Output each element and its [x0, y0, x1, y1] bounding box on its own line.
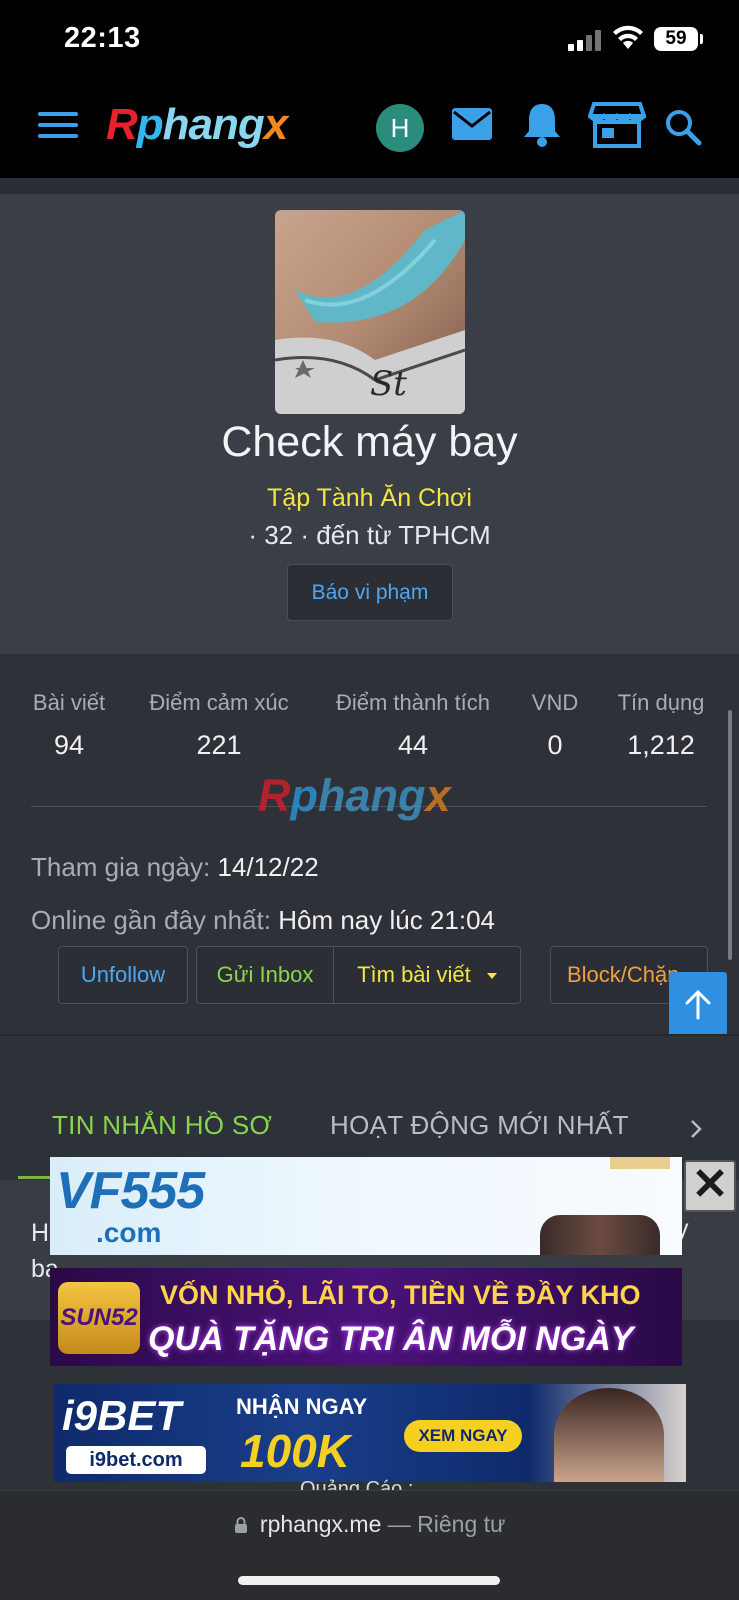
profile-meta: · 32 · đến từ TPHCM [248, 520, 491, 550]
site-logo[interactable]: Rphangx [106, 100, 288, 150]
ad-coins-image [610, 1157, 670, 1169]
status-time: 22:13 [64, 22, 141, 54]
bell-icon[interactable] [521, 100, 563, 148]
chevron-right-icon[interactable] [688, 1118, 704, 1140]
svg-text:St: St [370, 364, 407, 404]
cellular-signal-icon [568, 29, 602, 51]
ad-banner-i9bet[interactable]: i9BET i9bet.com NHẬN NGAY 100K XEM NGAY [54, 1384, 686, 1482]
arrow-up-icon [685, 989, 711, 1020]
stat-credit: Tín dụng 1,212 [617, 690, 705, 760]
close-ad-button[interactable]: ✕ [684, 1160, 736, 1212]
lock-icon [234, 1517, 247, 1533]
profile-photo[interactable]: St [275, 210, 465, 414]
unfollow-button[interactable]: Unfollow [58, 946, 188, 1004]
ad-model-image [554, 1388, 664, 1482]
store-icon[interactable] [588, 100, 646, 150]
stat-reactions[interactable]: Điểm cảm xúc 221 [144, 690, 294, 761]
sun52-logo: SUN52 [58, 1282, 140, 1354]
page-scrollbar[interactable] [728, 710, 732, 960]
last-online: Online gần đây nhất: Hôm nay lúc 21:04 [31, 905, 495, 935]
tab-profile-posts[interactable]: TIN NHẮN HỒ SƠ [52, 1110, 272, 1141]
stat-posts[interactable]: Bài viết 94 [31, 690, 107, 761]
find-posts-dropdown[interactable]: Tìm bài viết [333, 946, 521, 1004]
user-rank-title: Tập Tành Ăn Chơi [267, 484, 472, 512]
stat-vnd: VND 0 [531, 690, 579, 760]
ad-banner-vf555[interactable]: VF555 .com [50, 1157, 682, 1255]
tab-latest-activity[interactable]: HOẠT ĐỘNG MỚI NHẤT [330, 1110, 629, 1141]
search-icon[interactable] [664, 108, 702, 146]
mail-icon[interactable] [450, 106, 494, 144]
profile-name: Check máy bay [221, 418, 518, 466]
url-display[interactable]: rphangx.me — Riêng tư [0, 1511, 739, 1538]
stat-achievements[interactable]: Điểm thành tích 44 [330, 690, 496, 761]
send-inbox-button[interactable]: Gửi Inbox [196, 946, 334, 1004]
ad-models-image [540, 1215, 660, 1255]
user-avatar[interactable]: H [376, 104, 424, 152]
status-bar: 22:13 59 [0, 0, 739, 80]
home-indicator[interactable] [238, 1576, 500, 1585]
watermark-logo: Rphangx [258, 770, 451, 821]
scroll-top-button[interactable] [669, 972, 727, 1038]
wifi-icon [613, 25, 643, 49]
caret-down-icon [486, 973, 497, 980]
menu-icon[interactable] [38, 112, 78, 142]
ad-cta-button[interactable]: XEM NGAY [404, 1420, 522, 1452]
joined-date: Tham gia ngày: 14/12/22 [31, 852, 319, 882]
ad-banner-sun52[interactable]: SUN52 VỐN NHỎ, LÃI TO, TIỀN VỀ ĐẦY KHO Q… [50, 1268, 682, 1366]
battery-indicator: 59 [654, 27, 703, 51]
report-button[interactable]: Báo vi phạm [287, 564, 453, 621]
top-navbar: Rphangx H [0, 80, 739, 178]
